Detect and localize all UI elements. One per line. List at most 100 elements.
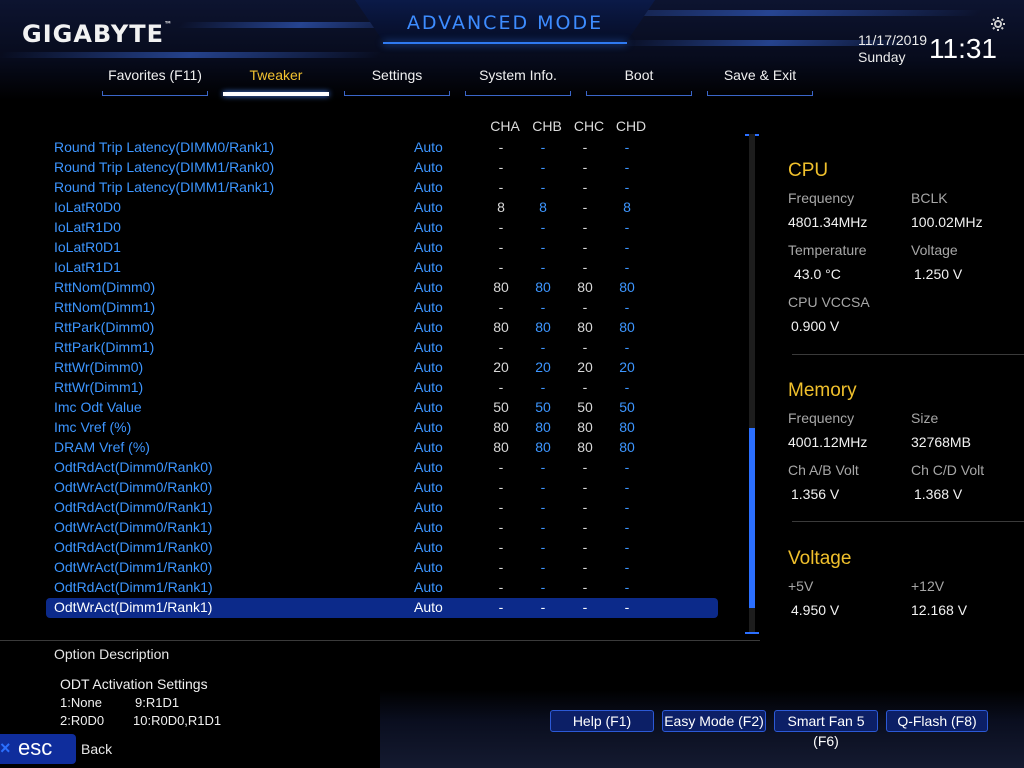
setting-value[interactable]: Auto bbox=[414, 419, 443, 435]
channel-value-chc: - bbox=[582, 539, 588, 555]
setting-row[interactable]: IoLatR1D1 Auto - - - - bbox=[46, 258, 718, 278]
setting-value[interactable]: Auto bbox=[414, 179, 443, 195]
help-button[interactable]: Help (F1) bbox=[550, 710, 654, 732]
channel-value-chc: - bbox=[582, 259, 588, 275]
cpu-vccsa-label: CPU VCCSA bbox=[788, 294, 870, 310]
setting-value[interactable]: Auto bbox=[414, 599, 443, 615]
setting-row[interactable]: OdtRdAct(Dimm0/Rank0) Auto - - - - bbox=[46, 458, 718, 478]
setting-row[interactable]: OdtWrAct(Dimm1/Rank0) Auto - - - - bbox=[46, 558, 718, 578]
easy-mode-button[interactable]: Easy Mode (F2) bbox=[662, 710, 766, 732]
brand-tm: ™ bbox=[164, 20, 174, 29]
channel-value-chc: - bbox=[582, 199, 588, 215]
setting-row[interactable]: OdtRdAct(Dimm1/Rank0) Auto - - - - bbox=[46, 538, 718, 558]
setting-row[interactable]: Round Trip Latency(DIMM1/Rank1) Auto - - - - bbox=[46, 178, 718, 198]
channel-value-chb: - bbox=[540, 539, 546, 555]
setting-value[interactable]: Auto bbox=[414, 299, 443, 315]
memory-ab-volt-label: Ch A/B Volt bbox=[788, 462, 859, 478]
smart-fan-button[interactable]: Smart Fan 5 (F6) bbox=[774, 710, 878, 749]
tab-boot[interactable]: Boot bbox=[584, 64, 694, 98]
setting-value[interactable]: Auto bbox=[414, 199, 443, 215]
setting-name: Imc Vref (%) bbox=[54, 419, 132, 435]
setting-row[interactable]: IoLatR1D0 Auto - - - - bbox=[46, 218, 718, 238]
setting-value[interactable]: Auto bbox=[414, 339, 443, 355]
esc-button[interactable]: × esc bbox=[0, 734, 76, 764]
setting-row[interactable]: OdtRdAct(Dimm0/Rank1) Auto - - - - bbox=[46, 498, 718, 518]
setting-value[interactable]: Auto bbox=[414, 319, 443, 335]
setting-value[interactable]: Auto bbox=[414, 479, 443, 495]
channel-value-chb: - bbox=[540, 339, 546, 355]
channel-value-chd: - bbox=[624, 519, 630, 535]
setting-row[interactable]: Imc Odt Value Auto 50 50 50 50 bbox=[46, 398, 718, 418]
setting-row[interactable]: RttWr(Dimm1) Auto - - - - bbox=[46, 378, 718, 398]
memory-title: Memory bbox=[788, 380, 857, 401]
option-description-text: ODT Activation Settings bbox=[60, 676, 208, 692]
option-line: 10:R0D0,R1D1 bbox=[133, 713, 222, 728]
setting-value[interactable]: Auto bbox=[414, 379, 443, 395]
setting-value[interactable]: Auto bbox=[414, 139, 443, 155]
setting-row[interactable]: RttNom(Dimm0) Auto 80 80 80 80 bbox=[46, 278, 718, 298]
channel-value-chb: - bbox=[540, 139, 546, 155]
setting-row[interactable]: IoLatR0D1 Auto - - - - bbox=[46, 238, 718, 258]
setting-value[interactable]: Auto bbox=[414, 559, 443, 575]
setting-value[interactable]: Auto bbox=[414, 219, 443, 235]
mode-banner: ADVANCED MODE bbox=[355, 0, 655, 44]
setting-value[interactable]: Auto bbox=[414, 399, 443, 415]
channel-value-cha: 80 bbox=[493, 279, 509, 295]
setting-value[interactable]: Auto bbox=[414, 439, 443, 455]
setting-name: OdtWrAct(Dimm0/Rank1) bbox=[54, 519, 213, 535]
column-header-chd: CHD bbox=[615, 118, 647, 134]
setting-row[interactable]: RttNom(Dimm1) Auto - - - - bbox=[46, 298, 718, 318]
channel-value-chd: - bbox=[624, 379, 630, 395]
column-header-chc: CHC bbox=[573, 118, 605, 134]
setting-value[interactable]: Auto bbox=[414, 259, 443, 275]
setting-row[interactable]: OdtRdAct(Dimm1/Rank1) Auto - - - - bbox=[46, 578, 718, 598]
channel-value-cha: - bbox=[498, 379, 504, 395]
date: 11/17/2019 bbox=[858, 32, 928, 48]
tab-system-info[interactable]: System Info. bbox=[463, 64, 573, 98]
setting-value[interactable]: Auto bbox=[414, 359, 443, 375]
column-header-chb: CHB bbox=[532, 118, 562, 134]
channel-value-chb: - bbox=[540, 179, 546, 195]
tab-tweaker[interactable]: Tweaker bbox=[221, 64, 331, 98]
setting-value[interactable]: Auto bbox=[414, 519, 443, 535]
voltage-5v-label: +5V bbox=[788, 578, 814, 594]
tab-underline bbox=[707, 91, 813, 96]
setting-value[interactable]: Auto bbox=[414, 279, 443, 295]
option-description-title: Option Description bbox=[54, 646, 170, 662]
channel-value-chb: 20 bbox=[535, 359, 551, 375]
q-flash-button[interactable]: Q-Flash (F8) bbox=[886, 710, 988, 732]
tab-favorites[interactable]: Favorites (F11) bbox=[100, 64, 210, 98]
voltage-title: Voltage bbox=[788, 548, 852, 569]
memory-frequency-value: 4001.12MHz bbox=[788, 434, 868, 450]
setting-row[interactable]: IoLatR0D0 Auto 8 8 - 8 bbox=[46, 198, 718, 218]
setting-name: OdtWrAct(Dimm1/Rank0) bbox=[54, 559, 213, 575]
setting-row[interactable]: RttPark(Dimm0) Auto 80 80 80 80 bbox=[46, 318, 718, 338]
gear-icon[interactable] bbox=[990, 16, 1006, 32]
setting-value[interactable]: Auto bbox=[414, 239, 443, 255]
scrollbar-thumb[interactable] bbox=[749, 428, 755, 608]
setting-row[interactable]: OdtWrAct(Dimm0/Rank1) Auto - - - - bbox=[46, 518, 718, 538]
option-line: 2:R0D0 bbox=[60, 713, 105, 728]
setting-value[interactable]: Auto bbox=[414, 159, 443, 175]
setting-row[interactable]: DRAM Vref (%) Auto 80 80 80 80 bbox=[46, 438, 718, 458]
channel-value-cha: - bbox=[498, 299, 504, 315]
setting-row[interactable]: Round Trip Latency(DIMM0/Rank1) Auto - - - - bbox=[46, 138, 718, 158]
cpu-frequency-label: Frequency bbox=[788, 190, 855, 206]
column-header-cha: CHA bbox=[490, 118, 520, 134]
channel-value-chb: - bbox=[540, 239, 546, 255]
setting-value[interactable]: Auto bbox=[414, 579, 443, 595]
setting-value[interactable]: Auto bbox=[414, 539, 443, 555]
tab-save-exit[interactable]: Save & Exit bbox=[705, 64, 815, 98]
setting-row[interactable]: Round Trip Latency(DIMM1/Rank0) Auto - - - - bbox=[46, 158, 718, 178]
tab-settings[interactable]: Settings bbox=[342, 64, 452, 98]
setting-row[interactable]: Imc Vref (%) Auto 80 80 80 80 bbox=[46, 418, 718, 438]
channel-value-chb: - bbox=[540, 299, 546, 315]
setting-name: OdtWrAct(Dimm0/Rank0) bbox=[54, 479, 213, 495]
setting-row[interactable]: OdtWrAct(Dimm1/Rank1) Auto - - - - bbox=[46, 598, 718, 618]
setting-row[interactable]: RttPark(Dimm1) Auto - - - - bbox=[46, 338, 718, 358]
setting-value[interactable]: Auto bbox=[414, 499, 443, 515]
setting-row[interactable]: OdtWrAct(Dimm0/Rank0) Auto - - - - bbox=[46, 478, 718, 498]
setting-value[interactable]: Auto bbox=[414, 459, 443, 475]
channel-value-chd: - bbox=[624, 259, 630, 275]
setting-row[interactable]: RttWr(Dimm0) Auto 20 20 20 20 bbox=[46, 358, 718, 378]
